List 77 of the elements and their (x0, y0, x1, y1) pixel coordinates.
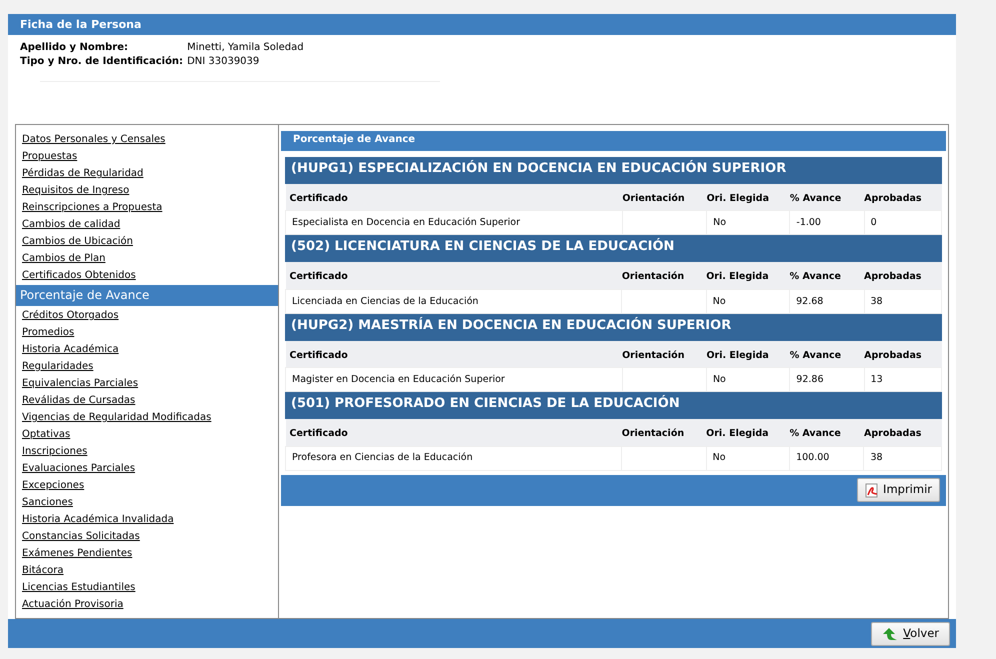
column-header: Ori. Elegida (706, 340, 790, 368)
table-cell: No (712, 374, 726, 386)
table-cell: Profesora en Ciencias de la Educación (292, 452, 473, 464)
column-header: % Avance (790, 262, 864, 290)
column-header: Certificado (286, 340, 622, 368)
sidebar-link[interactable]: Vigencias de Regularidad Modificadas (16, 409, 278, 426)
sidebar-link[interactable]: Promedios (16, 324, 278, 342)
sidebar-link[interactable]: Exámenes Pendientes (16, 545, 278, 562)
sidebar-link[interactable]: Bitácora (16, 562, 278, 580)
table-cell: 38 (870, 452, 883, 464)
sidebar-link[interactable]: Certificados Obtenidos (16, 267, 278, 284)
sidebar-link[interactable]: Reválidas de Cursadas (16, 392, 278, 410)
table-cell: No (713, 217, 726, 228)
column-header: % Avance (790, 340, 864, 368)
field-label: Tipo y Nro. de Identificación: (20, 55, 184, 69)
program-header: (501) PROFESORADO EN CIENCIAS DE LA EDUCACIÓN (285, 392, 942, 420)
table-cell: Especialista en Docencia en Educación Superior (292, 217, 520, 228)
sidebar-link[interactable]: Actuación Provisoria (16, 596, 278, 614)
sidebar-link[interactable]: Datos Personales y Censales (16, 131, 278, 148)
table-cell: 92.68 (796, 296, 824, 307)
table-cell: 100.00 (796, 452, 830, 464)
column-header: Orientación (622, 262, 706, 290)
table-cell: 0 (870, 217, 877, 228)
table-cell: No (712, 452, 726, 464)
column-header: Ori. Elegida (706, 184, 790, 211)
sidebar-link[interactable]: Regularidades (16, 358, 278, 376)
column-header: % Avance (790, 419, 864, 446)
sidebar-link[interactable]: Evaluaciones Parciales (16, 460, 278, 478)
sidebar-link[interactable]: Excepciones (16, 477, 278, 494)
sidebar-link[interactable]: Porcentaje de Avance (16, 285, 278, 306)
sidebar-link[interactable]: Sanciones (16, 494, 278, 512)
field-value: Minetti, Yamila Soledad (187, 41, 304, 55)
column-header: Orientación (622, 419, 706, 446)
sidebar-link[interactable]: Propuestas (16, 148, 278, 166)
table-cell: 92.86 (796, 374, 824, 386)
print-button[interactable]: Imprimir (857, 478, 940, 502)
panel-title: Ficha de la Persona (8, 14, 956, 35)
sidebar-link[interactable]: Cambios de Ubicación (16, 233, 278, 250)
sidebar-link[interactable]: Historia Académica (16, 341, 278, 358)
sidebar-link[interactable]: Licencias Estudiantiles (16, 579, 278, 596)
column-header: Ori. Elegida (706, 419, 790, 446)
column-header: Orientación (622, 184, 707, 211)
table-cell: 38 (870, 296, 883, 307)
section-title: Porcentaje de Avance (281, 131, 946, 152)
program-header: (502) LICENCIATURA EN CIENCIAS DE LA EDUCACIÓN (285, 235, 942, 262)
column-header: Aprobadas (864, 419, 942, 446)
table-cell: 13 (870, 374, 883, 386)
column-header: Certificado (286, 262, 622, 290)
table-cell: Magister en Docencia en Educación Superior (292, 374, 505, 386)
column-header: Aprobadas (864, 262, 942, 290)
field-label: Apellido y Nombre: (20, 41, 130, 55)
column-header: Ori. Elegida (706, 262, 790, 290)
pdf-icon (865, 482, 880, 498)
table-cell: No (712, 296, 726, 307)
column-header: % Avance (790, 184, 864, 211)
column-header: Aprobadas (864, 340, 942, 368)
sidebar-link[interactable]: Requisitos de Ingreso (16, 182, 278, 200)
sidebar-link[interactable]: Historia Académica Invalidada (16, 511, 278, 528)
table-cell: Licenciada en Ciencias de la Educación (292, 296, 478, 307)
table-cell: -1.00 (796, 217, 821, 228)
column-header: Certificado (286, 419, 622, 446)
sidebar-link[interactable]: Cambios de Plan (16, 250, 278, 268)
column-header: Aprobadas (864, 184, 942, 211)
column-header: Orientación (622, 340, 706, 368)
sidebar-link[interactable]: Constancias Solicitadas (16, 528, 278, 546)
sidebar-link[interactable]: Cambios de calidad (16, 216, 278, 234)
back-button[interactable]: Volver (871, 622, 950, 646)
sidebar-link[interactable]: Optativas (16, 426, 278, 444)
field-value: DNI 33039039 (187, 55, 260, 69)
sidebar-link[interactable]: Inscripciones (16, 443, 278, 460)
column-header: Certificado (286, 184, 622, 211)
program-header: (HUPG1) ESPECIALIZACIÓN EN DOCENCIA EN EDUCACIÓN SUPERIOR (285, 157, 942, 184)
sidebar-link[interactable]: Pérdidas de Regularidad (16, 165, 278, 182)
program-header: (HUPG2) MAESTRÍA EN DOCENCIA EN EDUCACIÓN SUPERIOR (285, 314, 942, 341)
sidebar-link[interactable]: Equivalencias Parciales (16, 375, 278, 392)
sidebar-link[interactable]: Créditos Otorgados (16, 307, 278, 324)
sidebar-link[interactable]: Reinscripciones a Propuesta (16, 199, 278, 216)
